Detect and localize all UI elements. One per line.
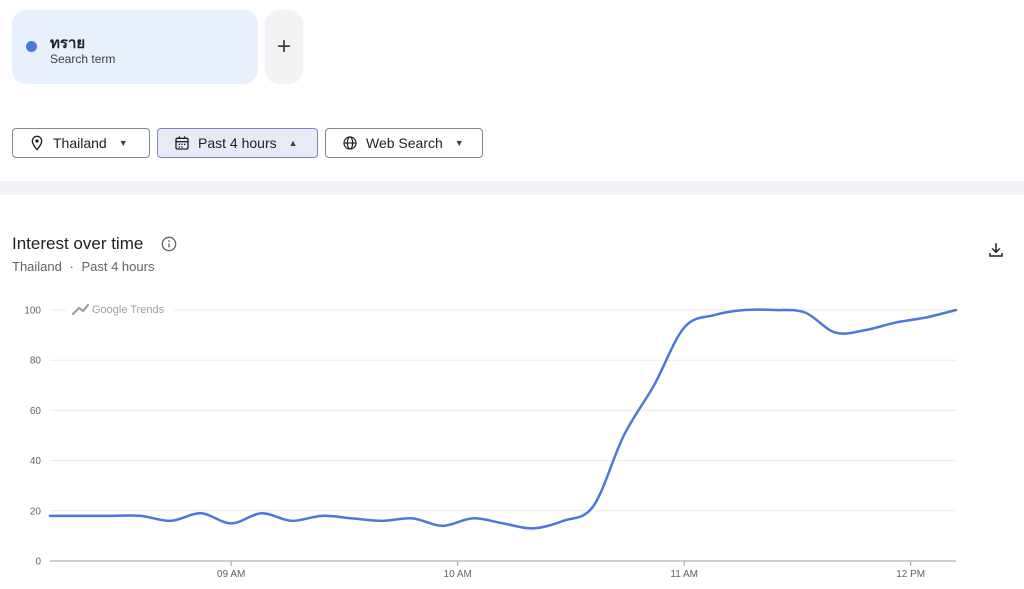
region-filter-label: Thailand xyxy=(53,135,107,151)
section-divider xyxy=(0,181,1024,195)
data-point[interactable] xyxy=(258,510,264,516)
add-comparison-button[interactable]: + xyxy=(265,10,303,84)
data-point[interactable] xyxy=(77,513,83,519)
globe-icon xyxy=(343,136,357,150)
x-tick-label: 11 AM xyxy=(670,569,698,580)
data-point[interactable] xyxy=(107,513,113,519)
data-point[interactable] xyxy=(319,513,325,519)
data-point[interactable] xyxy=(500,520,506,526)
chart-watermark: Google Trends xyxy=(66,301,174,317)
chevron-up-icon: ▲ xyxy=(288,138,298,148)
data-point[interactable] xyxy=(409,515,415,521)
data-point[interactable] xyxy=(138,513,144,519)
y-tick-label: 60 xyxy=(30,406,42,417)
data-point[interactable] xyxy=(651,382,657,388)
data-point[interactable] xyxy=(47,513,53,519)
search-term-card[interactable]: ทราย Search term xyxy=(12,10,258,84)
data-point[interactable] xyxy=(560,518,566,524)
data-point[interactable] xyxy=(289,518,295,524)
x-tick-label: 12 PM xyxy=(896,569,925,580)
data-point[interactable] xyxy=(953,307,959,313)
data-point[interactable] xyxy=(862,327,868,333)
data-point[interactable] xyxy=(470,515,476,521)
subtitle-time: Past 4 hours xyxy=(81,259,155,274)
data-point[interactable] xyxy=(711,312,717,318)
data-point[interactable] xyxy=(228,520,234,526)
section-title: Interest over time xyxy=(12,234,144,253)
data-point[interactable] xyxy=(802,310,808,316)
interest-over-time-chart: 0 20 40 60 80 100 09 AM 10 AM 11 AM 12 PM Google … xyxy=(24,301,959,580)
x-tick-label: 09 AM xyxy=(217,569,245,580)
property-filter-label: Web Search xyxy=(366,135,443,151)
chevron-down-icon: ▼ xyxy=(118,138,128,148)
data-point[interactable] xyxy=(530,525,536,531)
data-point[interactable] xyxy=(168,518,174,524)
y-tick-label: 100 xyxy=(24,306,41,317)
property-filter[interactable]: Web Search ▼ xyxy=(325,128,483,158)
data-point[interactable] xyxy=(198,510,204,516)
x-tick-label: 10 AM xyxy=(444,569,472,580)
y-tick-label: 0 xyxy=(35,557,41,568)
y-tick-label: 40 xyxy=(30,456,42,467)
search-term-subtitle: Search term xyxy=(50,52,116,66)
y-tick-label: 20 xyxy=(30,506,42,517)
location-pin-icon xyxy=(31,135,43,151)
data-point[interactable] xyxy=(440,523,446,529)
info-icon[interactable] xyxy=(161,236,177,252)
data-point[interactable] xyxy=(681,325,687,331)
calendar-icon xyxy=(175,136,189,150)
section-subtitle: Thailand · Past 4 hours xyxy=(12,259,154,274)
data-point[interactable] xyxy=(832,330,838,336)
data-point[interactable] xyxy=(591,503,597,509)
series-line[interactable] xyxy=(48,308,958,530)
data-point[interactable] xyxy=(621,433,627,439)
data-point[interactable] xyxy=(923,315,929,321)
series-color-dot xyxy=(26,41,37,52)
data-point[interactable] xyxy=(742,307,748,313)
subtitle-separator: · xyxy=(69,259,74,274)
chevron-down-icon: ▼ xyxy=(454,138,464,148)
time-filter[interactable]: Past 4 hours ▲ xyxy=(157,128,318,158)
data-point[interactable] xyxy=(893,320,899,326)
download-icon[interactable] xyxy=(987,241,1005,259)
region-filter[interactable]: Thailand ▼ xyxy=(12,128,150,158)
time-filter-label: Past 4 hours xyxy=(198,135,277,151)
subtitle-region: Thailand xyxy=(12,259,62,274)
y-tick-label: 80 xyxy=(30,356,42,367)
data-point[interactable] xyxy=(379,518,385,524)
data-point[interactable] xyxy=(772,307,778,313)
data-point[interactable] xyxy=(349,515,355,521)
watermark-label: Google Trends xyxy=(92,304,165,316)
